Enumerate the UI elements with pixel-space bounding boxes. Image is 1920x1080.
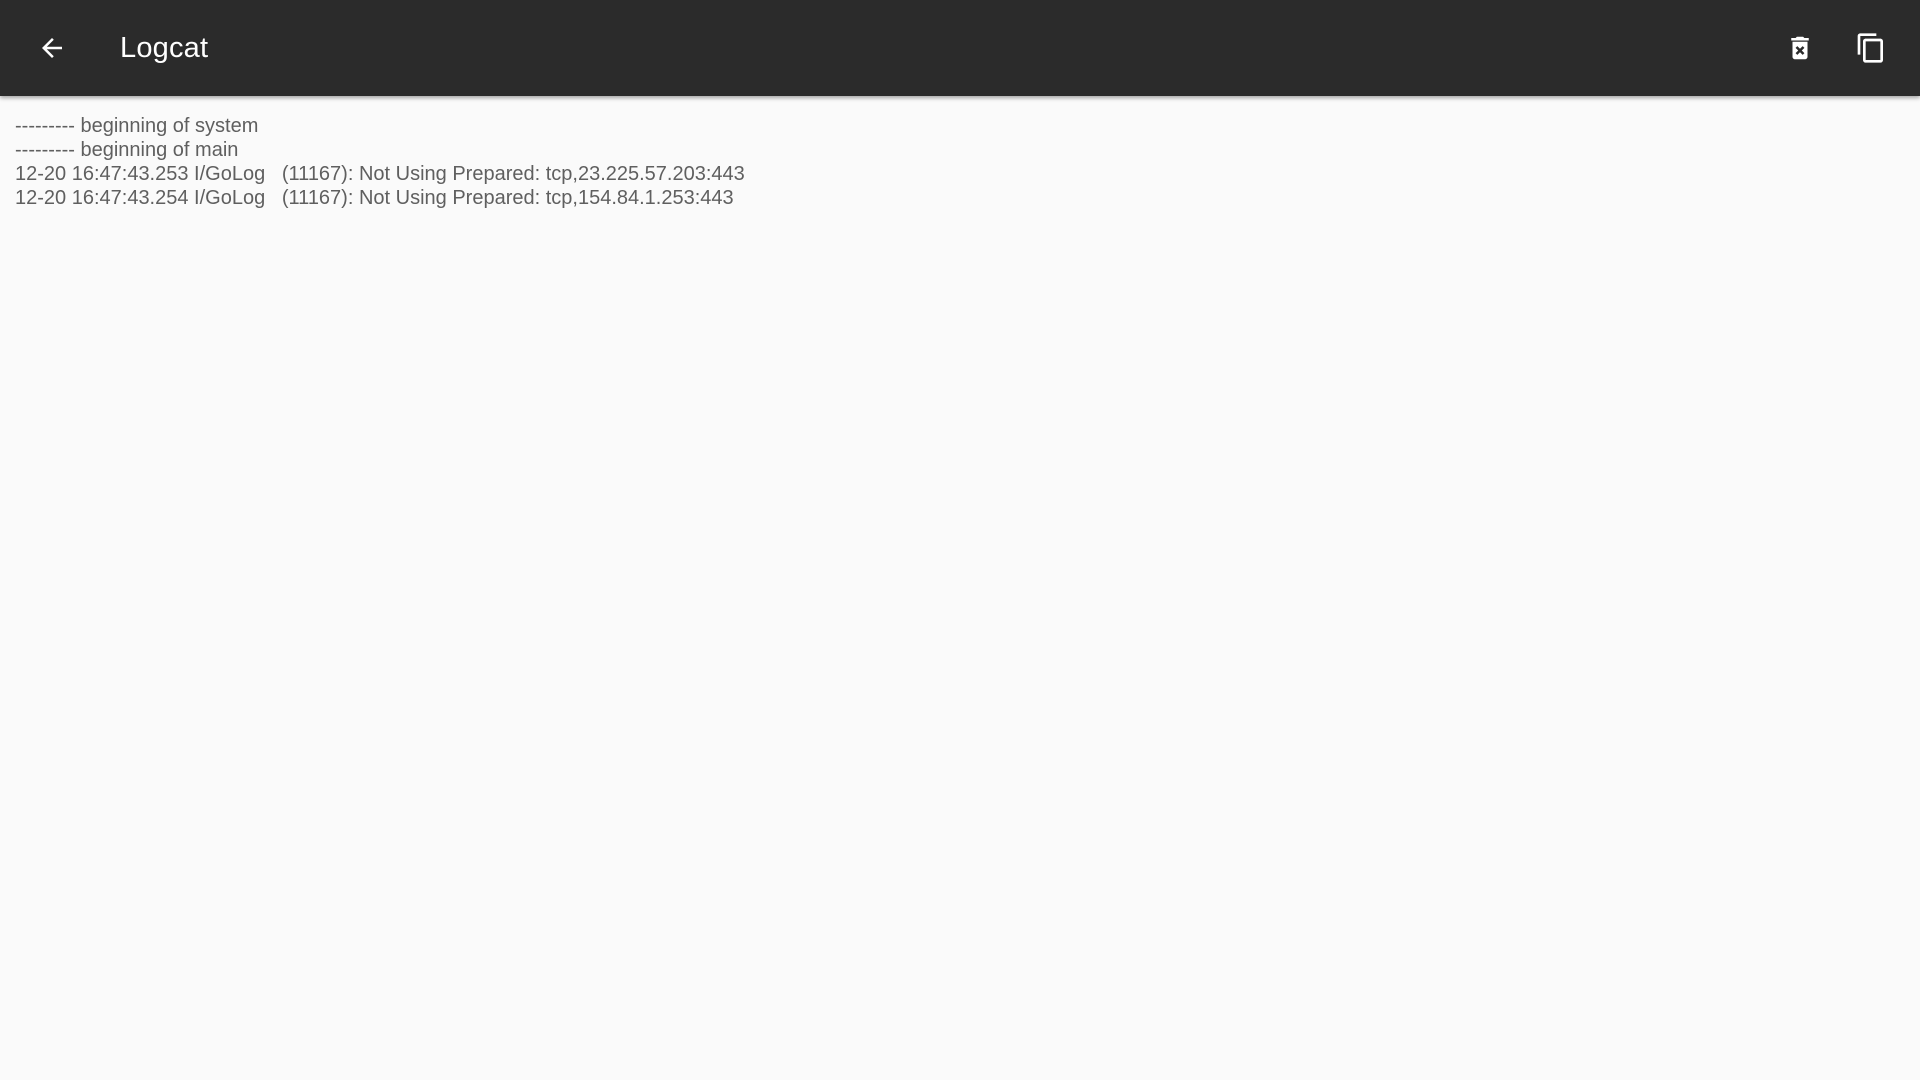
arrow-left-icon bbox=[42, 38, 62, 58]
log-line: --------- beginning of main bbox=[15, 139, 239, 161]
back-button[interactable] bbox=[22, 18, 82, 78]
clear-log-button[interactable] bbox=[1770, 18, 1830, 78]
page-title: Logcat bbox=[120, 32, 209, 64]
log-output[interactable]: --------- beginning of system --------- … bbox=[15, 114, 1905, 210]
log-line: 12-20 16:47:43.253 I/GoLog (11167): Not … bbox=[15, 163, 745, 185]
app-toolbar: Logcat bbox=[0, 0, 1920, 96]
log-line: --------- beginning of system bbox=[15, 115, 259, 137]
content-copy-icon bbox=[1857, 33, 1883, 63]
copy-log-button[interactable] bbox=[1841, 18, 1901, 78]
log-line: 12-20 16:47:43.254 I/GoLog (11167): Not … bbox=[15, 187, 734, 209]
delete-forever-icon bbox=[1791, 36, 1809, 60]
